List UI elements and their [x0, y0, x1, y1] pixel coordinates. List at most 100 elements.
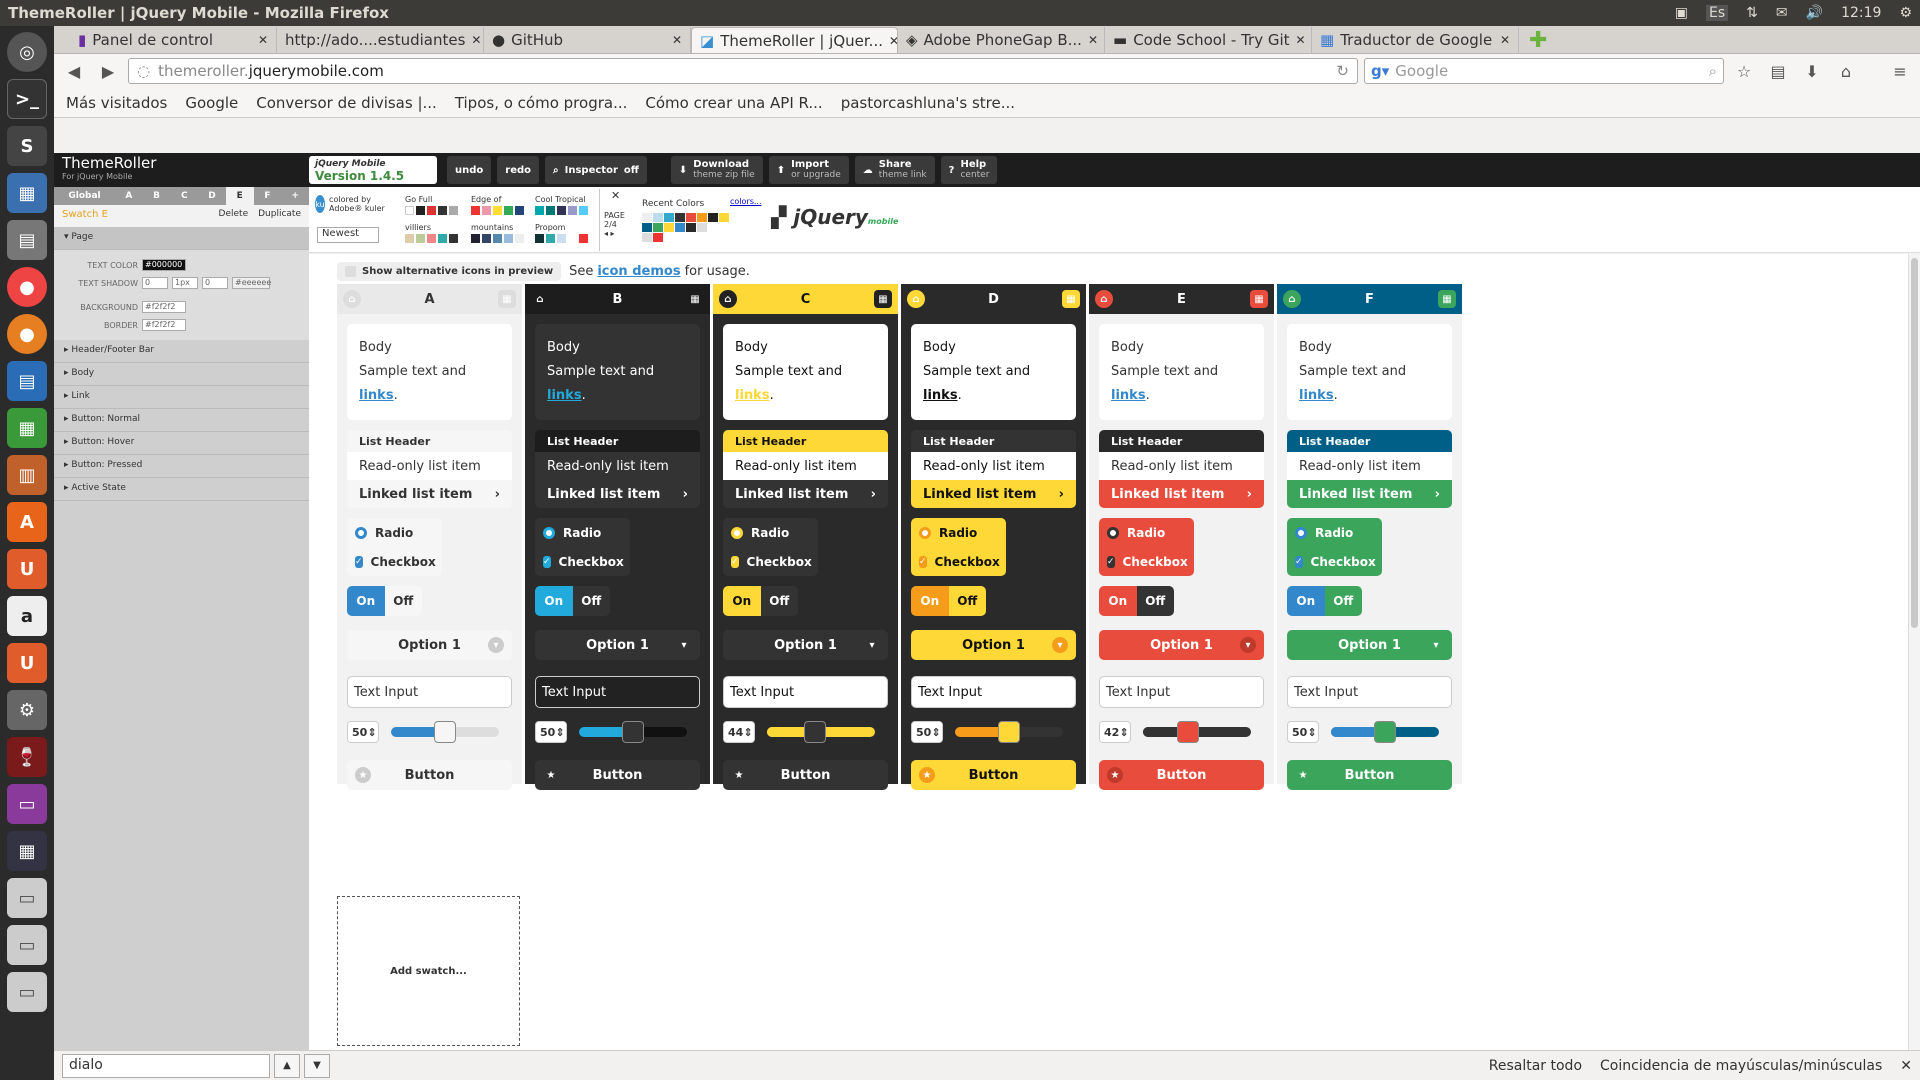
radio-option[interactable]: Radio	[347, 518, 442, 547]
select-menu[interactable]: Option 1 ▾	[1099, 630, 1264, 660]
drive-icon[interactable]: ▭	[7, 925, 47, 965]
close-tab-icon[interactable]: ✕	[1500, 33, 1510, 47]
text-input[interactable]: Text Input	[1287, 676, 1452, 708]
grid-icon[interactable]: ▦	[1250, 290, 1268, 308]
text-color-input[interactable]: #000000	[142, 259, 186, 271]
download-button[interactable]: ⬇ Download theme zip file	[670, 156, 763, 184]
section-link[interactable]: ▸ Link	[54, 386, 309, 409]
slider-value-input[interactable]: 50 ⇕	[347, 721, 379, 743]
tab-swatch-a[interactable]: A	[115, 187, 143, 205]
bookmarks-list-icon[interactable]: ▤	[1764, 58, 1792, 84]
slider-track[interactable]	[579, 721, 687, 743]
checkbox-option[interactable]: ✓ Checkbox	[1287, 547, 1382, 576]
search-icon[interactable]: ⌕	[1709, 62, 1717, 80]
palette-propom[interactable]: Propom	[535, 223, 588, 243]
flip-switch[interactable]: On Off	[535, 586, 610, 616]
flip-switch[interactable]: On Off	[1099, 586, 1174, 616]
select-menu[interactable]: Option 1 ▾	[535, 630, 700, 660]
sample-link[interactable]: links	[923, 388, 958, 403]
chrome-icon[interactable]: ●	[7, 267, 47, 307]
app-icon[interactable]: ▭	[7, 784, 47, 824]
button[interactable]: ★ Button	[347, 760, 512, 790]
close-tab-icon[interactable]: ✕	[672, 33, 682, 47]
flip-off[interactable]: Off	[1136, 586, 1174, 616]
reload-icon[interactable]: ↻	[1336, 62, 1349, 80]
section-button-pressed[interactable]: ▸ Button: Pressed	[54, 455, 309, 478]
share-button[interactable]: ☁ Share theme link	[854, 156, 935, 184]
slider-value-input[interactable]: 50 ⇕	[535, 721, 567, 743]
files-icon[interactable]: ▤	[7, 220, 47, 260]
slider-value-input[interactable]: 50 ⇕	[1287, 721, 1319, 743]
impress-icon[interactable]: ▥	[7, 455, 47, 495]
alt-icons-checkbox[interactable]: Show alternative icons in preview	[337, 262, 562, 281]
flip-off[interactable]: Off	[384, 586, 422, 616]
page-arrows-icon[interactable]: ◂ ▸	[604, 229, 615, 238]
linked-list-item[interactable]: Linked list item ›	[1287, 480, 1452, 508]
slider-track[interactable]	[1143, 721, 1251, 743]
linked-list-item[interactable]: Linked list item ›	[1099, 480, 1264, 508]
home-icon[interactable]: ⌂	[1832, 58, 1860, 84]
radio-option[interactable]: Radio	[1287, 518, 1382, 547]
slider-track[interactable]	[391, 721, 499, 743]
bookmark-most-visited[interactable]: Más visitados	[66, 94, 167, 112]
drive-icon[interactable]: ▭	[7, 878, 47, 918]
checkbox-option[interactable]: ✓ Checkbox	[535, 547, 630, 576]
grid-icon[interactable]: ▦	[1062, 290, 1080, 308]
radio-option[interactable]: Radio	[723, 518, 818, 547]
highlight-all-button[interactable]: Resaltar todo	[1489, 1058, 1582, 1074]
select-menu[interactable]: Option 1 ▾	[1287, 630, 1452, 660]
grid-icon[interactable]: ▦	[686, 290, 704, 308]
inspector-button[interactable]: ⌕ Inspector off	[545, 156, 647, 184]
downloads-icon[interactable]: ⬇	[1798, 58, 1826, 84]
bookmark-star-icon[interactable]: ☆	[1730, 58, 1758, 84]
dash-icon[interactable]: ◎	[7, 32, 47, 72]
slider-value-input[interactable]: 42 ⇕	[1099, 721, 1131, 743]
flip-on[interactable]: On	[347, 586, 385, 616]
section-active-state[interactable]: ▸ Active State	[54, 478, 309, 501]
bookmark-soundcloud[interactable]: pastorcashluna's stre...	[841, 94, 1015, 112]
close-find-icon[interactable]: ✕	[1900, 1058, 1912, 1074]
flip-switch[interactable]: On Off	[1287, 586, 1362, 616]
shadow-color-input[interactable]: #eeeeee	[232, 277, 271, 289]
find-next-button[interactable]: ▼	[304, 1053, 330, 1078]
slider-track[interactable]	[955, 721, 1063, 743]
ubuntu-one-music-icon[interactable]: U	[7, 643, 47, 683]
linked-list-item[interactable]: Linked list item ›	[347, 480, 512, 508]
grid-icon[interactable]: ▦	[1438, 290, 1456, 308]
palette-mountains[interactable]: mountains	[471, 223, 524, 243]
version-select[interactable]: jQuery Mobile Version 1.4.5	[309, 156, 437, 184]
text-input[interactable]: Text Input	[911, 676, 1076, 708]
bookmark-conversor[interactable]: Conversor de divisas |...	[256, 94, 437, 112]
calc-icon[interactable]: ▦	[7, 408, 47, 448]
scrollbar-thumb[interactable]	[1911, 258, 1918, 628]
flip-on[interactable]: On	[723, 586, 761, 616]
flip-on[interactable]: On	[1099, 586, 1137, 616]
palette-villiers[interactable]: villiers	[405, 223, 458, 243]
icon-demos-link[interactable]: icon demos	[597, 264, 680, 279]
redo-button[interactable]: redo	[497, 156, 540, 184]
home-icon[interactable]: ⌂	[343, 290, 361, 308]
slider-handle[interactable]	[998, 721, 1020, 743]
button[interactable]: ★ Button	[723, 760, 888, 790]
button[interactable]: ★ Button	[1287, 760, 1452, 790]
help-button[interactable]: ? Help center	[940, 156, 998, 184]
text-input[interactable]: Text Input	[723, 676, 888, 708]
delete-link[interactable]: Delete	[219, 209, 249, 223]
tab-phonegap[interactable]: ◈ Adobe PhoneGap B... ✕	[898, 27, 1105, 53]
mail-icon[interactable]: ✉	[1776, 5, 1788, 21]
checkbox-option[interactable]: ✓ Checkbox	[723, 547, 818, 576]
match-case-button[interactable]: Coincidencia de mayúsculas/minúsculas	[1600, 1058, 1882, 1074]
home-icon[interactable]: ⌂	[1283, 290, 1301, 308]
border-input[interactable]: #f2f2f2	[142, 319, 186, 331]
close-tab-icon[interactable]: ✕	[471, 33, 481, 47]
shadow-blur-input[interactable]: 0	[202, 277, 228, 289]
palette-cool-tropical[interactable]: Cool Tropical	[535, 195, 588, 215]
close-tab-icon[interactable]: ✕	[1088, 33, 1098, 47]
home-icon[interactable]: ⌂	[531, 290, 549, 308]
drive-icon[interactable]: ▭	[7, 972, 47, 1012]
sample-link[interactable]: links	[735, 388, 770, 403]
clock[interactable]: 12:19	[1841, 5, 1881, 21]
tab-panel-de-control[interactable]: ▮ Panel de control ✕	[70, 27, 277, 53]
select-menu[interactable]: Option 1 ▾	[723, 630, 888, 660]
home-icon[interactable]: ⌂	[907, 290, 925, 308]
